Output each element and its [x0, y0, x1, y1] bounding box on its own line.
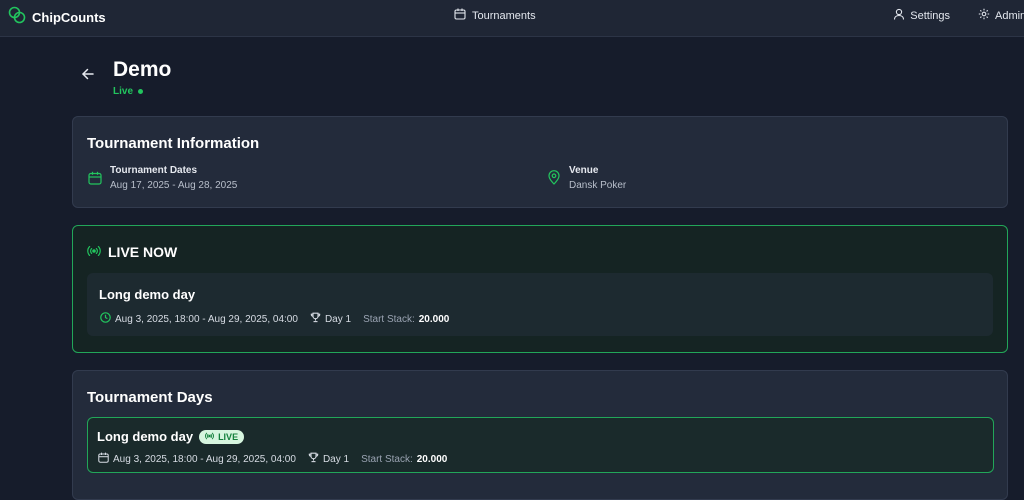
day-item-name: Long demo day	[97, 429, 194, 444]
day-item-number: Day 1	[308, 452, 349, 466]
live-badge: LIVE	[199, 429, 245, 444]
brand-name: ChipCounts	[32, 10, 106, 25]
live-now-header: LIVE NOW	[87, 244, 177, 260]
top-nav-bar: ChipCounts Tournaments Settings Admin	[0, 0, 1024, 37]
live-day-time: Aug 3, 2025, 18:00 - Aug 29, 2025, 04:00	[100, 312, 298, 326]
calendar-icon	[98, 452, 109, 466]
tournament-dates-block: Tournament Dates Aug 17, 2025 - Aug 28, …	[88, 165, 237, 191]
live-day-number-text: Day 1	[324, 313, 352, 325]
user-icon	[893, 8, 905, 23]
live-badge-label: LIVE	[218, 431, 239, 442]
live-day-time-text: Aug 3, 2025, 18:00 - Aug 29, 2025, 04:00	[115, 313, 298, 325]
live-start-stack-value: 20.000	[418, 313, 450, 325]
tournament-days-card: Tournament Days Long demo day LIVE Aug 3…	[72, 370, 1008, 500]
day-item-start-stack-label: Start Stack:	[361, 453, 413, 465]
tournament-dates-value: Aug 17, 2025 - Aug 28, 2025	[110, 180, 238, 191]
status-label: Live	[113, 86, 134, 97]
nav-settings[interactable]: Settings	[893, 8, 950, 23]
live-start-stack: Start Stack: 20.000	[363, 314, 449, 325]
map-pin-icon	[547, 170, 561, 191]
nav-settings-label: Settings	[910, 9, 950, 22]
day-item-number-text: Day 1	[322, 453, 350, 465]
live-now-heading: LIVE NOW	[108, 244, 178, 260]
day-item-start-stack: Start Stack: 20.000	[361, 454, 447, 465]
live-day-meta: Aug 3, 2025, 18:00 - Aug 29, 2025, 04:00…	[100, 312, 461, 326]
trophy-icon	[310, 312, 321, 326]
day-item-header: Long demo day LIVE	[97, 429, 245, 444]
trophy-icon	[308, 452, 319, 466]
calendar-icon	[454, 8, 466, 23]
status-indicator: Live	[113, 86, 144, 97]
page-title: Demo	[113, 58, 172, 81]
nav-right-group: Settings Admin	[865, 8, 1024, 23]
nav-admin[interactable]: Admin	[978, 8, 1024, 23]
tournament-days-heading: Tournament Days	[87, 389, 213, 406]
status-dot	[138, 89, 144, 94]
day-item-time-text: Aug 3, 2025, 18:00 - Aug 29, 2025, 04:00	[113, 453, 296, 465]
tournament-dates-label: Tournament Dates	[110, 165, 198, 176]
day-item-time: Aug 3, 2025, 18:00 - Aug 29, 2025, 04:00	[98, 452, 296, 466]
back-button[interactable]	[78, 66, 98, 86]
day-item-meta: Aug 3, 2025, 18:00 - Aug 29, 2025, 04:00…	[98, 452, 459, 466]
live-day-number: Day 1	[310, 312, 351, 326]
arrow-left-icon	[81, 67, 95, 86]
venue-block: Venue Dansk Poker	[547, 165, 626, 191]
tournament-info-card: Tournament Information Tournament Dates …	[72, 116, 1008, 208]
gear-icon	[978, 8, 990, 23]
clock-icon	[100, 312, 111, 326]
nav-admin-label: Admin	[995, 9, 1024, 22]
nav-tournaments-label: Tournaments	[472, 9, 536, 22]
live-day-name: Long demo day	[99, 287, 196, 302]
live-now-card: LIVE NOW Long demo day Aug 3, 2025, 18:0…	[72, 225, 1008, 353]
brand-link[interactable]: ChipCounts	[8, 6, 106, 29]
day-item-start-stack-value: 20.000	[416, 453, 448, 465]
live-day-panel[interactable]: Long demo day Aug 3, 2025, 18:00 - Aug 2…	[87, 273, 993, 336]
tournament-day-item[interactable]: Long demo day LIVE Aug 3, 2025, 18:00 - …	[87, 417, 994, 473]
venue-value: Dansk Poker	[569, 180, 627, 191]
broadcast-icon	[87, 244, 101, 260]
live-start-stack-label: Start Stack:	[363, 313, 415, 325]
venue-label: Venue	[569, 165, 599, 176]
tournament-info-heading: Tournament Information	[87, 135, 260, 152]
nav-tournaments[interactable]: Tournaments	[454, 8, 536, 23]
calendar-icon	[88, 171, 102, 191]
chips-icon	[8, 6, 26, 29]
broadcast-icon	[205, 432, 215, 442]
